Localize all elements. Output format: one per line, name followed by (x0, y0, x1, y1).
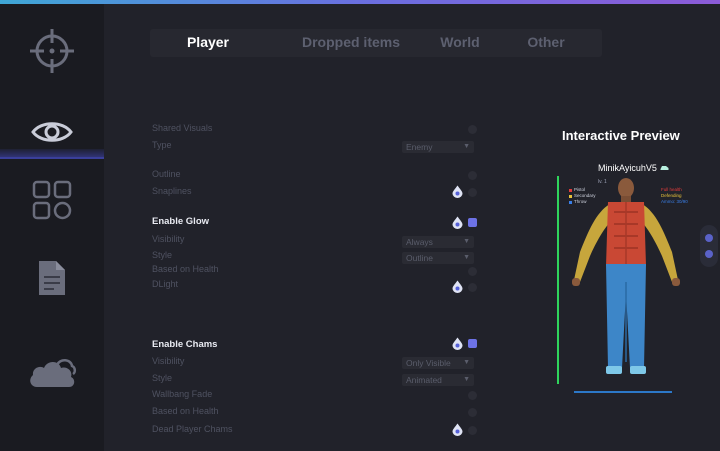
player-model[interactable] (566, 172, 694, 390)
enable-glow-label: Enable Glow (152, 216, 210, 227)
settings-panel: Shared Visuals Type Enemy ▼ Outline Snap… (152, 4, 482, 451)
type-select[interactable]: Enemy ▼ (402, 141, 474, 153)
glow-visibility-label: Visibility (152, 234, 185, 244)
rotate-down-dot[interactable] (705, 250, 713, 258)
wallbang-fade-label: Wallbang Fade (152, 389, 213, 399)
health-bar (557, 176, 559, 384)
outline-checkbox[interactable] (468, 171, 477, 180)
type-label: Type (152, 140, 172, 150)
enable-chams-checkbox[interactable] (468, 339, 477, 348)
type-select-value: Enemy (406, 142, 433, 152)
dlight-color-picker-icon[interactable] (452, 280, 463, 293)
main-panel: Player Dropped items World Other Shared … (104, 4, 720, 451)
eye-icon (31, 122, 73, 142)
sidebar-item-aim[interactable] (0, 24, 104, 78)
snaplines-label: Snaplines (152, 186, 192, 196)
dead-chams-color-picker-icon[interactable] (452, 423, 463, 436)
preview-rotate-control[interactable] (700, 225, 718, 267)
cloud-icon (30, 359, 77, 387)
chams-style-select[interactable]: Animated ▼ (402, 374, 474, 386)
wallbang-fade-checkbox[interactable] (468, 391, 477, 400)
preview-floor-line (574, 391, 672, 393)
chams-visibility-label: Visibility (152, 356, 185, 366)
glow-visibility-select[interactable]: Always ▼ (402, 236, 474, 248)
glow-style-value: Outline (406, 253, 433, 263)
sidebar-item-configs[interactable] (0, 256, 104, 300)
chams-visibility-value: Only Visible (406, 358, 451, 368)
chams-health-label: Based on Health (152, 406, 219, 416)
chams-style-label: Style (152, 373, 173, 383)
glow-health-checkbox[interactable] (468, 267, 477, 276)
dead-player-chams-checkbox[interactable] (468, 426, 477, 435)
tab-other[interactable]: Other (516, 29, 576, 57)
dlight-checkbox[interactable] (468, 283, 477, 292)
sidebar-item-cloud[interactable] (0, 346, 104, 396)
glow-style-select[interactable]: Outline ▼ (402, 252, 474, 264)
snaplines-checkbox[interactable] (468, 188, 477, 197)
vehicle-icon (660, 166, 669, 170)
chevron-down-icon: ▼ (463, 238, 470, 245)
chams-style-value: Animated (406, 375, 442, 385)
document-icon (39, 261, 65, 295)
chams-color-picker-icon[interactable] (452, 337, 463, 350)
dead-player-chams-label: Dead Player Chams (152, 424, 233, 434)
enable-chams-label: Enable Chams (152, 339, 218, 350)
chams-visibility-select[interactable]: Only Visible ▼ (402, 357, 474, 369)
sidebar-item-misc[interactable] (0, 178, 104, 222)
chevron-down-icon: ▼ (463, 359, 470, 366)
glow-style-label: Style (152, 250, 173, 260)
chevron-down-icon: ▼ (463, 254, 470, 261)
chevron-down-icon: ▼ (463, 143, 470, 150)
shared-visuals-label: Shared Visuals (152, 123, 213, 133)
preview-title: Interactive Preview (562, 128, 680, 143)
glow-visibility-value: Always (406, 237, 433, 247)
chevron-down-icon: ▼ (463, 376, 470, 383)
glow-health-label: Based on Health (152, 264, 219, 274)
outline-label: Outline (152, 169, 181, 179)
shared-visuals-checkbox[interactable] (468, 125, 477, 134)
crosshair-icon (30, 29, 74, 73)
enable-glow-checkbox[interactable] (468, 218, 477, 227)
chams-health-checkbox[interactable] (468, 408, 477, 417)
dlight-label: DLight (152, 279, 179, 289)
sidebar-item-visuals[interactable] (0, 112, 104, 152)
sidebar (0, 4, 104, 451)
glow-color-picker-icon[interactable] (452, 216, 463, 229)
color-picker-icon[interactable] (452, 185, 463, 198)
rotate-up-dot[interactable] (705, 234, 713, 242)
grid-icon (32, 180, 72, 220)
